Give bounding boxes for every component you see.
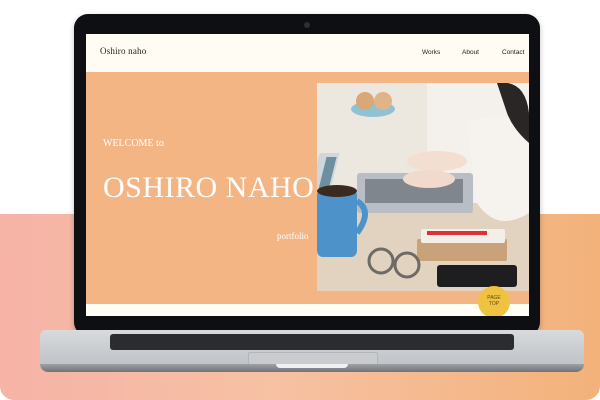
site-header: Oshiro naho Works About Contact bbox=[86, 34, 529, 72]
content-strip bbox=[86, 304, 529, 316]
page-top-label-line2: TOP bbox=[488, 301, 500, 307]
nav-link-about[interactable]: About bbox=[462, 49, 479, 56]
hero-tagline: portfolio bbox=[277, 231, 309, 241]
laptop-base bbox=[40, 330, 584, 374]
desk-workspace-image bbox=[317, 83, 529, 291]
page-top-button[interactable]: PAGE TOP bbox=[478, 286, 510, 316]
keyboard bbox=[110, 334, 514, 350]
hero-name-heading: OSHIRO NAHO bbox=[103, 171, 315, 204]
laptop-mockup: Oshiro naho Works About Contact WELCOME … bbox=[0, 0, 600, 400]
nav-link-contact[interactable]: Contact bbox=[502, 49, 524, 56]
lid-notch bbox=[276, 364, 348, 368]
hero-welcome-text: WELCOME to bbox=[103, 138, 164, 149]
webcam-icon bbox=[304, 22, 310, 28]
hero-photo bbox=[317, 83, 529, 291]
page-top-label-line1: PAGE bbox=[487, 295, 501, 301]
laptop-screen: Oshiro naho Works About Contact WELCOME … bbox=[86, 34, 529, 316]
nav-link-works[interactable]: Works bbox=[422, 49, 440, 56]
site-logo[interactable]: Oshiro naho bbox=[100, 46, 146, 56]
